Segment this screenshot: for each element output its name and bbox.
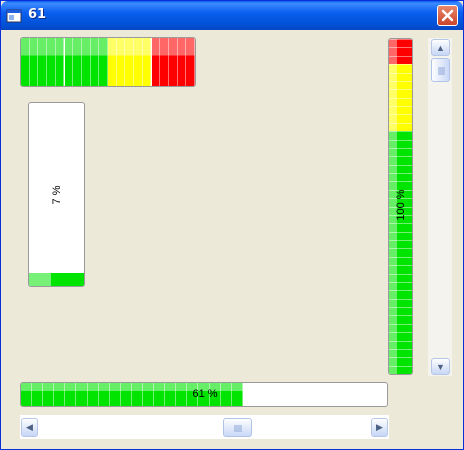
scroll-down-button[interactable]: ▼	[431, 358, 450, 375]
vertical-scrollbar[interactable]: ▲ ▼	[428, 38, 452, 376]
progress-tall-label: 100 %	[395, 189, 407, 221]
progress-segment	[65, 383, 77, 406]
progress-segment	[165, 383, 177, 406]
progress-segment	[389, 290, 412, 299]
progress-segment	[389, 307, 412, 316]
down-arrow-icon: ▼	[436, 361, 445, 372]
progress-segment	[389, 39, 412, 48]
progress-segment	[389, 131, 412, 140]
progress-segment	[186, 38, 195, 86]
progress-segment	[389, 64, 412, 73]
progress-segment	[134, 38, 143, 86]
close-icon	[441, 9, 454, 22]
left-arrow-icon: ◀	[26, 422, 33, 432]
horizontal-scroll-thumb[interactable]	[223, 418, 252, 437]
progress-segment	[389, 256, 412, 266]
progress-segment	[55, 38, 65, 86]
progress-segment	[125, 38, 135, 86]
progress-segment	[151, 38, 161, 86]
progress-segment	[389, 80, 412, 90]
progress-segment	[21, 383, 33, 406]
progress-segment	[389, 139, 412, 148]
up-arrow-icon: ▲	[436, 42, 445, 53]
progress-segment	[120, 383, 132, 406]
progress-segment	[29, 38, 39, 86]
progress-small-label: 7 %	[51, 185, 63, 205]
horizontal-scrollbar[interactable]: ◀ ▶	[20, 415, 389, 439]
progress-segment	[389, 332, 412, 341]
right-arrow-icon: ▶	[376, 422, 383, 432]
window-title: 61	[28, 7, 47, 22]
progress-segment	[81, 38, 91, 86]
progress-segment	[389, 97, 412, 106]
progress-segment	[160, 38, 169, 86]
progress-segment	[87, 383, 99, 406]
progress-bar-small-vertical: 7 %	[28, 102, 85, 287]
progress-segment	[389, 357, 412, 366]
progress-segment	[389, 156, 412, 165]
main-window: 61 7 % 100 % ▲ ▼ 61 % ◀ ▶	[0, 0, 464, 450]
progress-segment	[131, 383, 143, 406]
progress-segment	[90, 38, 100, 86]
progress-segment	[389, 248, 412, 257]
close-button[interactable]	[437, 5, 458, 26]
title-bar[interactable]: 61	[1, 1, 463, 30]
progress-segment	[64, 38, 74, 86]
progress-segment	[142, 38, 152, 86]
progress-segment	[389, 273, 412, 282]
progress-segment	[99, 38, 108, 86]
progress-segment	[76, 383, 88, 406]
progress-segment	[389, 323, 412, 333]
progress-segment	[177, 38, 187, 86]
progress-bar-top	[20, 37, 196, 87]
progress-segment	[32, 383, 44, 406]
progress-segment	[43, 383, 55, 406]
progress-segment	[168, 38, 178, 86]
progress-segment	[389, 340, 412, 349]
progress-segment	[389, 106, 412, 115]
progress-segment	[47, 38, 56, 86]
progress-segment	[21, 38, 30, 86]
progress-segment	[389, 348, 412, 358]
progress-segment	[389, 240, 412, 249]
progress-segment	[389, 281, 412, 291]
progress-bar-tall-vertical: 100 %	[388, 38, 413, 375]
progress-segment	[38, 38, 48, 86]
progress-segment	[73, 38, 82, 86]
progress-segment	[389, 265, 412, 274]
progress-segment	[389, 55, 412, 65]
progress-segment	[389, 365, 412, 374]
progress-segment	[389, 122, 412, 132]
progress-segment	[389, 231, 412, 240]
app-window-icon	[6, 9, 22, 23]
grip-icon	[234, 425, 242, 432]
progress-segment	[389, 164, 412, 173]
progress-segment	[108, 38, 117, 86]
progress-segment	[389, 315, 412, 324]
progress-segment	[389, 298, 412, 307]
progress-segment	[389, 89, 412, 98]
vertical-scroll-thumb[interactable]	[431, 58, 450, 82]
progress-segment	[98, 383, 110, 406]
progress-segment	[116, 38, 126, 86]
progress-bottom-label: 61 %	[192, 388, 218, 400]
scroll-right-button[interactable]: ▶	[371, 418, 388, 437]
scroll-up-button[interactable]: ▲	[431, 39, 450, 56]
progress-segment	[109, 383, 121, 406]
progress-segment	[54, 383, 66, 406]
progress-segment	[389, 47, 412, 56]
progress-fill	[29, 273, 84, 286]
progress-segment	[389, 72, 412, 81]
progress-segment	[154, 383, 166, 406]
progress-segment	[389, 114, 412, 123]
progress-segment	[231, 383, 243, 406]
progress-bar-bottom: 61 %	[20, 382, 388, 407]
client-area: 7 % 100 % ▲ ▼ 61 % ◀ ▶	[4, 30, 460, 447]
grip-icon	[438, 67, 445, 75]
progress-segment	[389, 147, 412, 157]
scroll-left-button[interactable]: ◀	[21, 418, 38, 437]
progress-segment	[143, 383, 155, 406]
